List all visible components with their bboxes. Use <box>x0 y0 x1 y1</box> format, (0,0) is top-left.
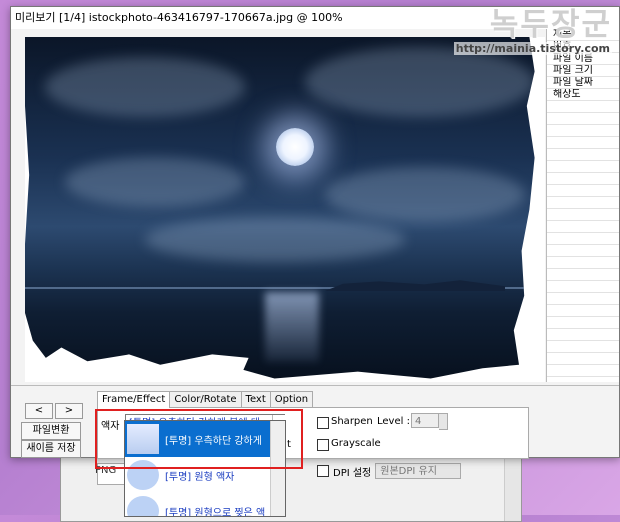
level-label: Level : <box>377 416 410 427</box>
dpi-checkbox[interactable] <box>317 465 329 477</box>
moon <box>276 128 314 166</box>
info-row-filedate: 파일 날짜 <box>553 77 593 88</box>
tab-text[interactable]: Text <box>240 391 271 407</box>
grayscale-checkbox[interactable] <box>317 439 329 451</box>
level-input[interactable]: 4 <box>411 413 439 428</box>
frame-option[interactable]: [투명] 원형으로 찢은 액 <box>125 493 285 516</box>
watermark-url: http://mainia.tistory.com <box>453 42 612 55</box>
convert-button[interactable]: 파일변환 <box>21 422 81 440</box>
preview-photo <box>25 37 535 379</box>
tab-bar: Frame/Effect Color/Rotate Text Option <box>97 391 314 408</box>
distant-hills <box>325 280 505 291</box>
preview-window: 미리보기 [1/4] istockphoto-463416797-170667a… <box>10 6 620 459</box>
grayscale-label: Grayscale <box>331 438 381 449</box>
image-preview <box>25 37 545 382</box>
sharpen-label: Sharpen <box>331 416 373 427</box>
moon-reflection <box>265 292 319 362</box>
prev-button[interactable]: < <box>25 403 53 419</box>
save-as-button[interactable]: 새이름 저장 <box>21 440 81 458</box>
highlight-box <box>95 409 303 469</box>
frame-option-label: [투명] 원형 액자 <box>165 471 235 483</box>
dpi-select[interactable]: 원본DPI 유지 <box>375 463 462 479</box>
bg-dpi-group: DPI 설정 원본DPI 유지 <box>317 463 462 479</box>
info-row-filesize: 파일 크기 <box>553 65 593 76</box>
info-row-resolution: 해상도 <box>553 89 581 100</box>
dpi-label: DPI 설정 <box>333 467 372 479</box>
sharpen-checkbox[interactable] <box>317 417 329 429</box>
tab-frame-effect[interactable]: Frame/Effect <box>97 391 171 408</box>
watermark-title: 녹두장군 <box>489 7 612 43</box>
watermark: 녹두장군 http://mainia.tistory.com <box>444 8 612 55</box>
tab-option[interactable]: Option <box>269 391 314 407</box>
tab-color-rotate[interactable]: Color/Rotate <box>169 391 242 407</box>
next-button[interactable]: > <box>55 403 83 419</box>
level-stepper[interactable] <box>439 413 448 430</box>
file-info-panel: 제목 번호 파일 이름 파일 크기 파일 날짜 해상도 <box>546 29 619 382</box>
frame-thumbnail <box>127 496 159 516</box>
